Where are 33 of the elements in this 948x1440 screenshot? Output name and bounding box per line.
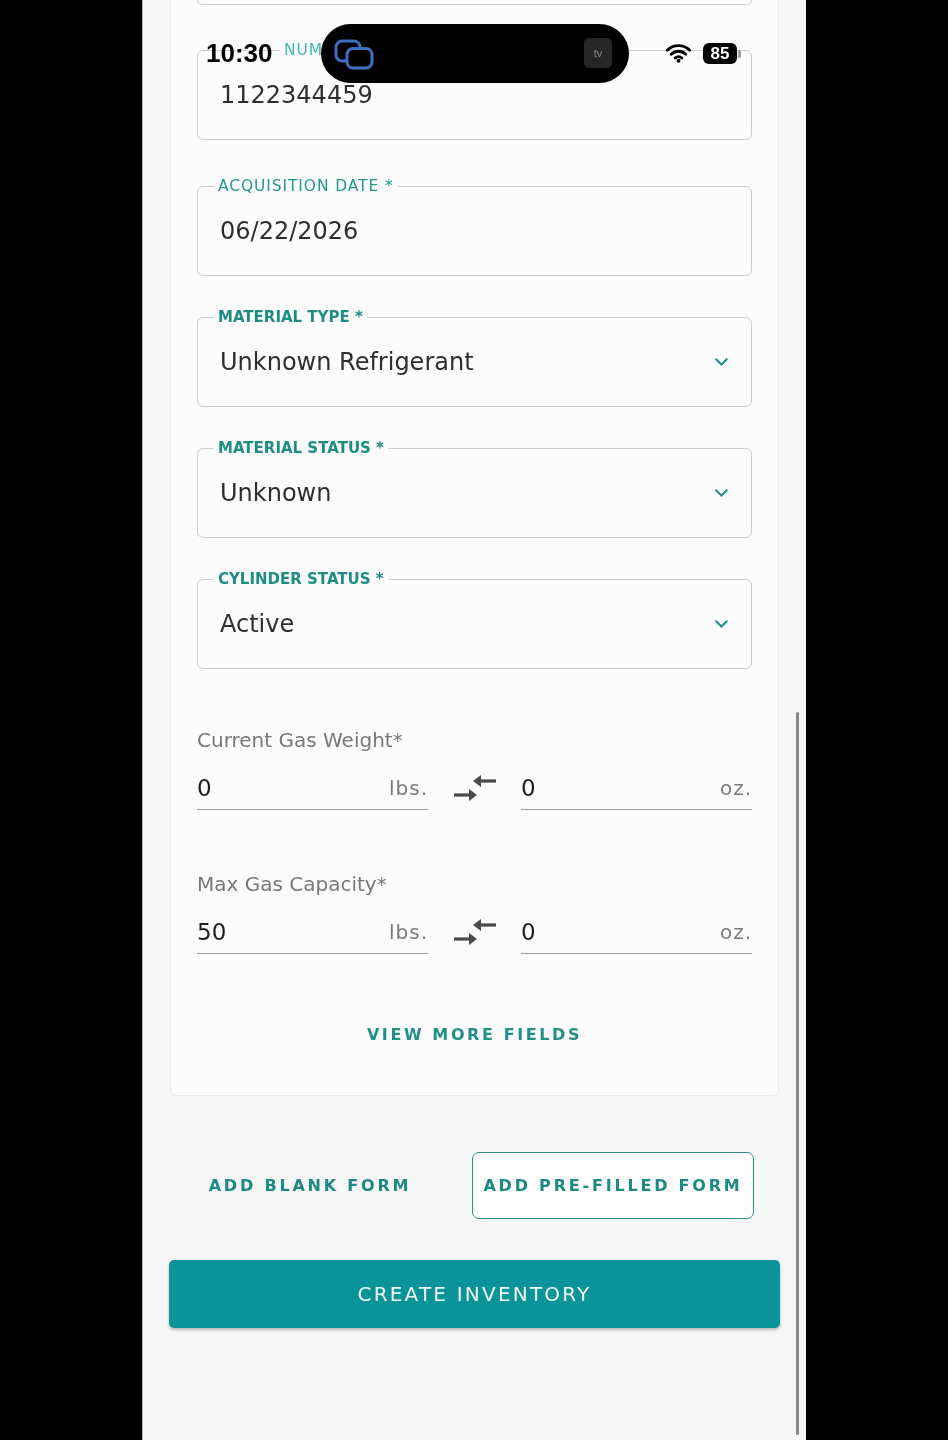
unit-label: oz.: [719, 775, 752, 800]
weight-input[interactable]: 0 oz.: [521, 914, 752, 954]
chevron-down-icon: [715, 489, 728, 497]
weight-input[interactable]: 50 lbs.: [197, 914, 428, 954]
field-label: ACQUISITION DATE *: [217, 177, 395, 195]
unit-label: lbs.: [388, 919, 428, 944]
select-field[interactable]: MATERIAL TYPE * Unknown Refrigerant: [197, 308, 752, 407]
select-field[interactable]: MATERIAL STATUS * Unknown: [197, 439, 752, 538]
field-label: NUM: [283, 41, 324, 59]
overlapping-squares-icon: [334, 39, 374, 70]
battery-indicator: 85: [703, 43, 741, 64]
text-button[interactable]: ADD BLANK FORM: [198, 1152, 422, 1219]
outlined-button[interactable]: ADD PRE-FILLED FORM: [472, 1152, 754, 1219]
field-label: CYLINDER STATUS *: [217, 570, 385, 588]
select-field[interactable]: CYLINDER STATUS * Active: [197, 570, 752, 669]
field-label: Max Gas Capacity*: [197, 872, 388, 896]
weight-input[interactable]: 0 oz.: [521, 770, 752, 810]
swap-arrows-icon[interactable]: [452, 774, 497, 802]
unit-label: lbs.: [388, 775, 428, 800]
scrollbar-thumb[interactable]: [796, 712, 799, 1435]
wifi-icon: [666, 44, 691, 63]
status-time: 10:30: [206, 38, 273, 68]
app-badge: tv: [584, 38, 612, 68]
view-more-button[interactable]: VIEW MORE FIELDS: [356, 1014, 593, 1054]
field-label: Current Gas Weight*: [197, 728, 404, 752]
swap-arrows-icon[interactable]: [452, 918, 497, 946]
text-field[interactable]: ACQUISITION DATE * 06/22/2026: [197, 177, 752, 276]
weight-input[interactable]: 0 lbs.: [197, 770, 428, 810]
unit-label: oz.: [719, 919, 752, 944]
field-label: MATERIAL TYPE *: [217, 308, 364, 326]
chevron-down-icon: [715, 620, 728, 628]
chevron-down-icon: [715, 358, 728, 366]
field-label: MATERIAL STATUS *: [217, 439, 385, 457]
